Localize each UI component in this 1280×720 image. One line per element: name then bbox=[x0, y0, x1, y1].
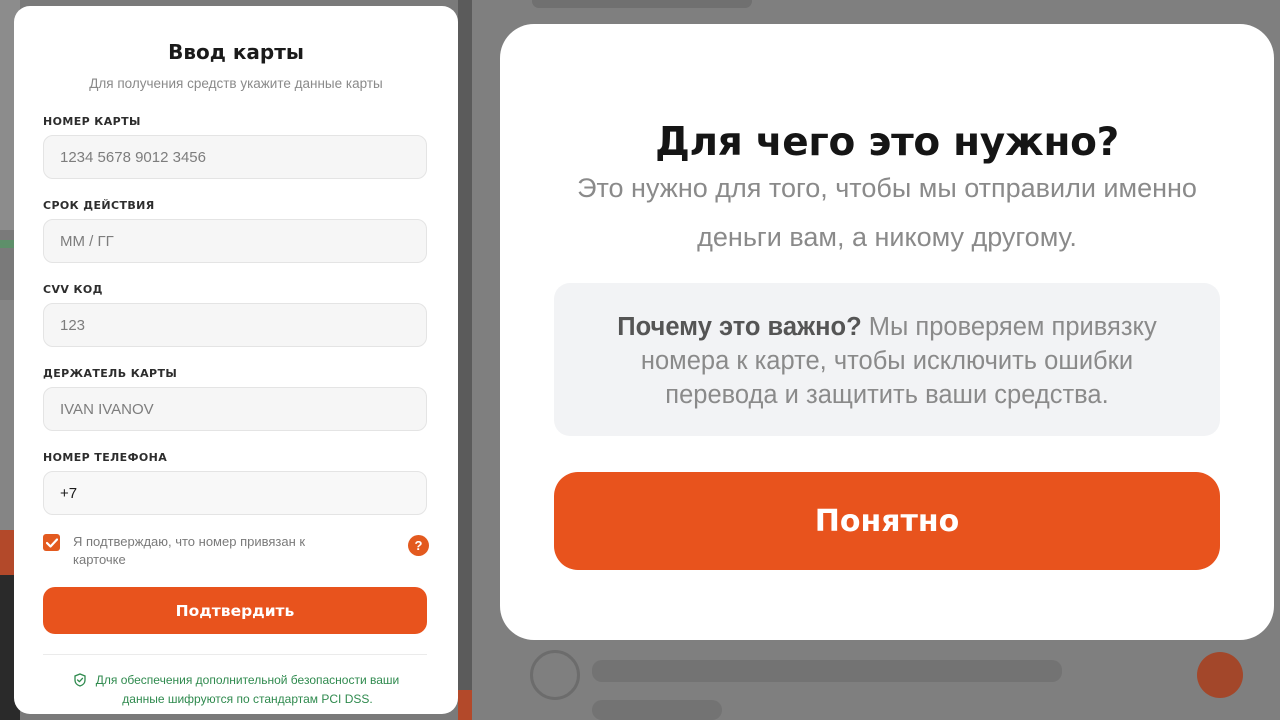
why-important-text-3: перевода и защитить ваши средства. bbox=[665, 381, 1109, 409]
expiry-label: СРОК ДЕЙСТВИЯ bbox=[43, 199, 155, 212]
form-title: Ввод карты bbox=[168, 40, 304, 64]
security-note: Для обеспечения дополнительной безопасно… bbox=[43, 671, 429, 709]
modal-title: Для чего это нужно? bbox=[655, 120, 1119, 165]
form-subtitle: Для получения средств укажите данные кар… bbox=[89, 76, 383, 91]
backdrop-ghost-text bbox=[592, 660, 1062, 682]
understood-button[interactable]: Понятно bbox=[554, 472, 1220, 570]
modal-description-line2: деньги вам, а никому другому. bbox=[697, 222, 1077, 252]
cardholder-label: ДЕРЖАТЕЛЬ КАРТЫ bbox=[43, 367, 178, 380]
divider bbox=[43, 654, 427, 655]
cvv-input[interactable]: 123 bbox=[43, 303, 427, 347]
backdrop-edge-accent bbox=[458, 690, 472, 720]
modal-description-line1: Это нужно для того, чтобы мы отправили и… bbox=[577, 173, 1197, 203]
card-number-label: НОМЕР КАРТЫ bbox=[43, 115, 141, 128]
backdrop-ghost-checkbox bbox=[530, 650, 580, 700]
card-number-input[interactable]: 1234 5678 9012 3456 bbox=[43, 135, 427, 179]
help-icon[interactable]: ? bbox=[408, 535, 429, 556]
backdrop-edge bbox=[458, 0, 472, 720]
why-important-text-1: Мы проверяем привязку bbox=[861, 313, 1157, 341]
cvv-label: CVV КОД bbox=[43, 283, 103, 296]
phone-label: НОМЕР ТЕЛЕФОНА bbox=[43, 451, 168, 464]
confirm-binding-row: Я подтверждаю, что номер привязан к карт… bbox=[43, 533, 429, 569]
backdrop-ghost-text bbox=[592, 700, 722, 720]
shield-check-icon bbox=[74, 673, 86, 687]
info-modal: Для чего это нужно? Это нужно для того, … bbox=[500, 24, 1274, 640]
security-text-line1: Для обеспечения дополнительной безопасно… bbox=[95, 673, 400, 687]
cardholder-input[interactable]: IVAN IVANOV bbox=[43, 387, 427, 431]
backdrop-ghost-element bbox=[532, 0, 752, 8]
expiry-input[interactable]: ММ / ГГ bbox=[43, 219, 427, 263]
confirm-binding-label: Я подтверждаю, что номер привязан к карт… bbox=[73, 534, 306, 567]
checkmark-icon bbox=[45, 537, 58, 548]
backdrop-ghost-help bbox=[1197, 652, 1243, 698]
phone-input[interactable]: +7 bbox=[43, 471, 427, 515]
why-important-box: Почему это важно? Мы проверяем привязку … bbox=[554, 283, 1220, 436]
confirm-button[interactable]: Подтвердить bbox=[43, 587, 427, 634]
why-important-heading: Почему это важно? bbox=[617, 313, 862, 341]
security-text-line2: данные шифруются по стандартам PCI DSS. bbox=[122, 692, 373, 706]
why-important-text-2: номера к карте, чтобы исключить ошибки bbox=[640, 347, 1134, 375]
modal-description: Это нужно для того, чтобы мы отправили и… bbox=[500, 164, 1274, 262]
card-entry-form: Ввод карты Для получения средств укажите… bbox=[14, 6, 458, 714]
confirm-binding-checkbox[interactable] bbox=[43, 534, 60, 551]
